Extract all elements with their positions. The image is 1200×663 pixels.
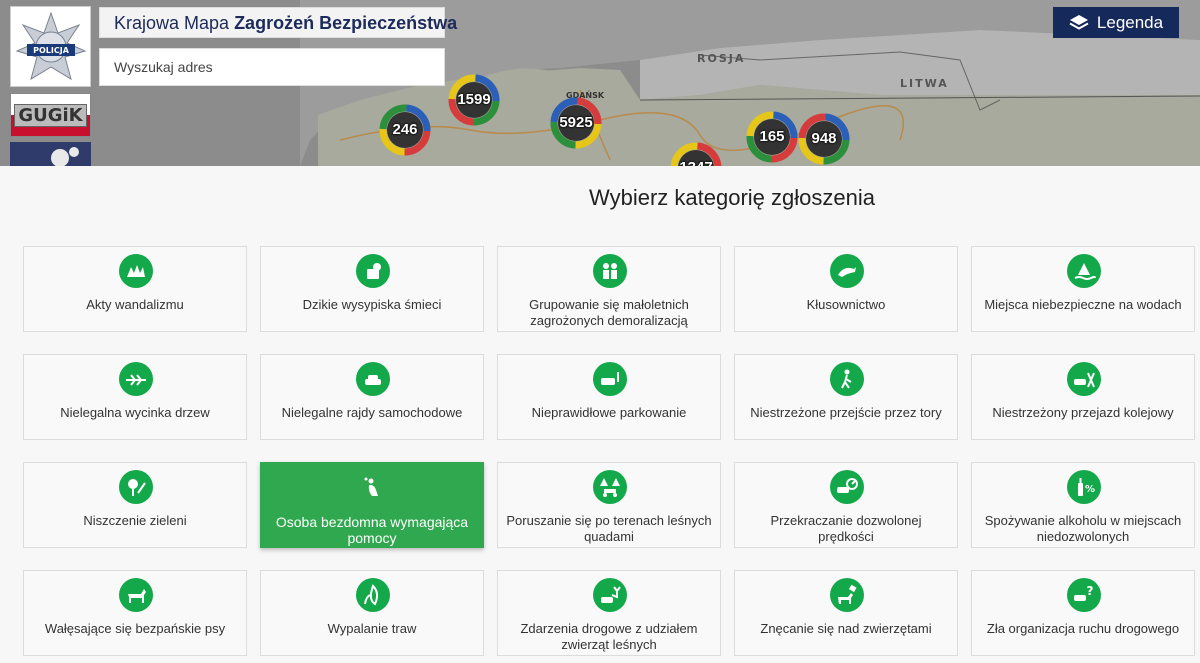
- car-race-icon: [356, 362, 390, 396]
- category-label: Niszczenie zieleni: [83, 513, 187, 528]
- app-title: Krajowa Mapa Zagrożeń Bezpieczeństwa: [99, 7, 457, 38]
- category-label: Poruszanie się po terenach leśnych quada…: [506, 513, 712, 544]
- water-danger-icon: [1067, 254, 1101, 288]
- gugik-logo[interactable]: GUGiK: [10, 93, 91, 137]
- cluster-count: 1599: [457, 91, 491, 108]
- category-card[interactable]: Nieprawidłowe parkowanie: [497, 354, 721, 440]
- category-label: Nielegalna wycinka drzew: [60, 405, 210, 420]
- map-label-lithuania: LITWA: [900, 77, 949, 90]
- category-card[interactable]: Dzikie wysypiska śmieci: [260, 246, 484, 332]
- map-cluster[interactable]: 1599: [448, 74, 500, 126]
- category-label: Kłusownictwo: [806, 297, 886, 312]
- category-label: Dzikie wysypiska śmieci: [302, 297, 442, 312]
- category-label: Nielegalne rajdy samochodowe: [281, 405, 463, 420]
- railway-crossing-icon: [1067, 362, 1101, 396]
- cluster-count: 948: [811, 130, 837, 147]
- police-logo-text: POLICJA: [33, 46, 70, 55]
- category-card[interactable]: Przekraczanie dozwolonej prędkości: [734, 462, 958, 548]
- app-title-regular: Krajowa Mapa: [114, 13, 235, 33]
- garbage-icon: [356, 254, 390, 288]
- category-card[interactable]: Zdarzenia drogowe z udziałem zwierząt le…: [497, 570, 721, 656]
- partner-logo-icon: [51, 147, 79, 166]
- police-star-icon: POLICJA: [15, 10, 86, 80]
- dog-icon: [119, 578, 153, 612]
- poaching-icon: [830, 254, 864, 288]
- category-label: Spożywanie alkoholu w miejscach niedozwo…: [984, 513, 1182, 544]
- legend-button[interactable]: Legenda: [1053, 7, 1179, 38]
- animal-abuse-icon: [830, 578, 864, 612]
- category-label: Grupowanie się małoletnich zagrożonych d…: [529, 297, 689, 328]
- category-label: Znęcanie się nad zwierzętami: [760, 621, 932, 636]
- map-label-russia: ROSJA: [697, 52, 746, 65]
- app-title-bold: Zagrożeń Bezpieczeństwa: [234, 13, 458, 33]
- category-card[interactable]: Niszczenie zieleni: [23, 462, 247, 548]
- category-card[interactable]: Osoba bezdomna wymagająca pomocy: [260, 462, 484, 548]
- category-label: Nieprawidłowe parkowanie: [531, 405, 687, 420]
- alcohol-icon: %: [1067, 470, 1101, 504]
- speed-icon: [830, 470, 864, 504]
- cluster-count: 5925: [559, 114, 593, 131]
- category-card[interactable]: Wypalanie traw: [260, 570, 484, 656]
- panel-title: Wybierz kategorię zgłoszenia: [589, 185, 875, 210]
- group-icon: [593, 254, 627, 288]
- category-card[interactable]: Poruszanie się po terenach leśnych quada…: [497, 462, 721, 548]
- parking-icon: [593, 362, 627, 396]
- layers-icon: [1069, 14, 1089, 30]
- traffic-icon: ?: [1067, 578, 1101, 612]
- category-card[interactable]: % Spożywanie alkoholu w miejscach niedozw…: [971, 462, 1195, 548]
- map-view[interactable]: ROSJA LITWA GDAŃSK 246 1599 5925 165 948…: [0, 0, 1200, 166]
- map-cluster[interactable]: 1347: [670, 142, 722, 166]
- category-card[interactable]: Nielegalna wycinka drzew: [23, 354, 247, 440]
- address-search-input[interactable]: Wyszukaj adres: [99, 48, 445, 86]
- category-card[interactable]: Niestrzeżone przejście przez tory: [734, 354, 958, 440]
- tree-cutting-icon: [119, 362, 153, 396]
- category-card[interactable]: Niestrzeżony przejazd kolejowy: [971, 354, 1195, 440]
- map-cluster[interactable]: 165: [746, 111, 798, 163]
- category-card[interactable]: Akty wandalizmu: [23, 246, 247, 332]
- police-logo[interactable]: POLICJA: [10, 6, 91, 87]
- category-label: Osoba bezdomna wymagająca pomocy: [275, 514, 469, 546]
- category-label: Akty wandalizmu: [86, 297, 184, 312]
- greenery-icon: [119, 470, 153, 504]
- category-label: Wypalanie traw: [327, 621, 417, 636]
- animal-collision-icon: [593, 578, 627, 612]
- category-card[interactable]: Kłusownictwo: [734, 246, 958, 332]
- quad-icon: [593, 470, 627, 504]
- category-label: Wałęsające się bezpańskie psy: [44, 621, 226, 636]
- cluster-count: 1347: [670, 142, 722, 166]
- gugik-logo-text: GUGiK: [14, 103, 87, 127]
- svg-text:%: %: [1085, 484, 1095, 495]
- map-cluster[interactable]: 948: [798, 113, 850, 165]
- category-label: Zła organizacja ruchu drogowego: [986, 621, 1180, 636]
- category-label: Przekraczanie dozwolonej prędkości: [770, 513, 922, 544]
- svg-text:?: ?: [1087, 584, 1094, 598]
- category-label: Niestrzeżone przejście przez tory: [750, 405, 942, 420]
- legend-button-label: Legenda: [1096, 13, 1164, 32]
- map-cluster[interactable]: 246: [379, 104, 431, 156]
- category-card[interactable]: Wałęsające się bezpańskie psy: [23, 570, 247, 656]
- map-cluster[interactable]: 5925: [550, 97, 602, 149]
- track-crossing-icon: [830, 362, 864, 396]
- category-card[interactable]: Miejsca niebezpieczne na wodach: [971, 246, 1195, 332]
- category-label: Niestrzeżony przejazd kolejowy: [992, 405, 1174, 420]
- partner-logo[interactable]: [10, 142, 91, 166]
- category-label: Zdarzenia drogowe z udziałem zwierząt le…: [520, 621, 698, 652]
- vandalism-icon: [119, 254, 153, 288]
- grass-burning-icon: [356, 578, 390, 612]
- category-card[interactable]: Znęcanie się nad zwierzętami: [734, 570, 958, 656]
- cluster-count: 165: [759, 128, 785, 145]
- category-card[interactable]: Grupowanie się małoletnich zagrożonych d…: [497, 246, 721, 332]
- category-card[interactable]: ? Zła organizacja ruchu drogowego: [971, 570, 1195, 656]
- cluster-count: 246: [392, 121, 418, 138]
- category-panel: Wybierz kategorię zgłoszenia Akty wandal…: [0, 166, 1200, 663]
- category-label: Miejsca niebezpieczne na wodach: [984, 297, 1182, 312]
- category-card[interactable]: Nielegalne rajdy samochodowe: [260, 354, 484, 440]
- homeless-icon: [356, 470, 390, 504]
